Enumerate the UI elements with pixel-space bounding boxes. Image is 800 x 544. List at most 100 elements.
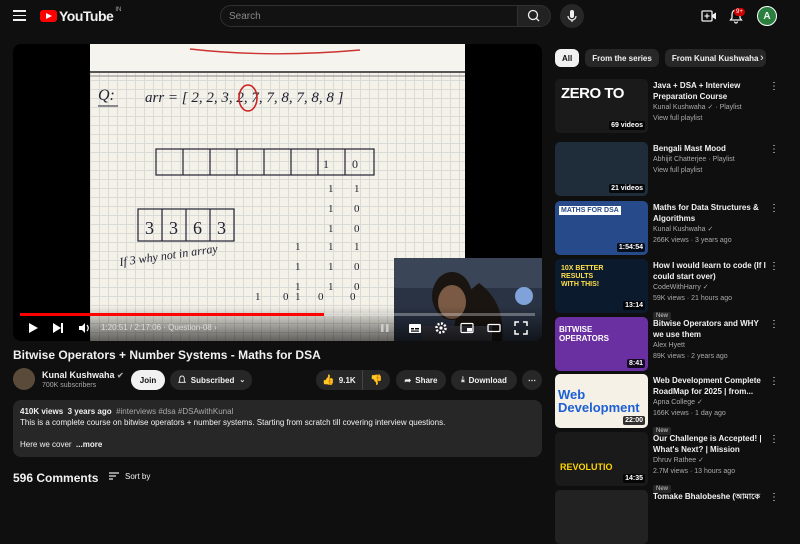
video-thumbnail[interactable]: REVOLUTIO 14:35 — [555, 432, 648, 486]
recommendation-channel[interactable]: Apna College ✓ — [653, 398, 766, 408]
recommendation-item[interactable]: REVOLUTIO 14:35 Our Challenge is Accepted!… — [555, 432, 795, 493]
comments-count: 596 Comments — [13, 471, 99, 485]
array-text: arr = [ 2, 2, 3, 2, 7, 7, 8, 7, 8, 8 ] — [145, 90, 344, 106]
chip-from-series[interactable]: From the series — [585, 49, 659, 67]
svg-text:1: 1 — [328, 281, 334, 293]
recommendation-channel[interactable]: CodeWithHarry ✓ — [653, 283, 766, 293]
recommendation-title[interactable]: Our Challenge is Accepted! | What's Next… — [653, 433, 766, 455]
next-icon[interactable] — [51, 321, 65, 335]
recommendation-title[interactable]: Web Development Complete RoadMap for 202… — [653, 375, 766, 397]
like-button[interactable]: 👍 9.1K — [316, 370, 362, 390]
recommendation-meta: 59K views · 21 hours ago — [653, 295, 732, 302]
description-line-1: This is a complete course on bitwise ope… — [20, 418, 446, 427]
more-vertical-icon[interactable]: ⋮ — [769, 144, 779, 155]
recommendation-info: How I would learn to code (If I could st… — [653, 260, 766, 322]
recommendation-item[interactable]: Tomake Bhalobeshe (আমাকে ⋮ — [555, 490, 795, 544]
recommendation-channel[interactable]: Alex Hyett — [653, 341, 766, 351]
recommendation-item[interactable]: BITWISE OPERATORS 8:41 Bitwise Operators a… — [555, 317, 795, 371]
recommendation-info: Java + DSA + Interview Preparation Cours… — [653, 80, 766, 124]
account-avatar[interactable]: A — [757, 6, 777, 26]
youtube-logo[interactable]: YouTube IN — [40, 7, 121, 24]
video-thumbnail[interactable]: MATHS FOR DSA 1:54:54 — [555, 201, 648, 255]
sort-by-button[interactable]: Sort by — [108, 471, 150, 481]
subscribed-button[interactable]: Subscribed ⌄ — [170, 370, 252, 390]
recommendation-title[interactable]: Bitwise Operators and WHY we use them — [653, 318, 766, 340]
theater-mode-icon[interactable] — [487, 321, 501, 335]
description-box[interactable]: 410K views 3 years ago #interviews #dsa … — [13, 400, 542, 457]
voice-search-button[interactable] — [560, 4, 584, 28]
recommendation-item[interactable]: MATHS FOR DSA 1:54:54 Maths for Data Struc… — [555, 201, 795, 255]
video-thumbnail[interactable]: 21 videos — [555, 142, 648, 196]
menu-icon[interactable] — [13, 10, 26, 21]
channel-name[interactable]: Kunal Kushwaha ✔ — [42, 370, 124, 380]
dislike-button[interactable]: 👎 — [362, 370, 390, 390]
fullscreen-icon[interactable] — [514, 321, 528, 335]
miniplayer-icon[interactable] — [460, 321, 474, 335]
video-thumbnail[interactable] — [555, 490, 648, 544]
svg-text:1: 1 — [255, 291, 261, 303]
progress-fill — [20, 313, 324, 316]
svg-text:1: 1 — [328, 261, 334, 273]
video-thumbnail[interactable]: 10X BETTER RESULTS WITH THIS! 13:14 — [555, 259, 648, 313]
recommendation-title[interactable]: Bengali Mast Mood — [653, 143, 766, 154]
download-icon: ⤓ — [461, 375, 465, 384]
duration-badge: 1:54:54 — [616, 243, 645, 252]
share-button[interactable]: ➦ Share — [396, 370, 446, 390]
recommendation-channel[interactable]: Kunal Kushwaha ✓ — [653, 225, 766, 235]
recommendation-meta: 2.7M views · 13 hours ago — [653, 468, 736, 475]
play-icon[interactable] — [26, 321, 40, 335]
recommendation-title[interactable]: Tomake Bhalobeshe (আমাকে — [653, 491, 766, 502]
more-vertical-icon[interactable]: ⋮ — [769, 81, 779, 92]
svg-text:1: 1 — [328, 223, 334, 235]
recommendation-title[interactable]: Java + DSA + Interview Preparation Cours… — [653, 80, 766, 102]
recommendation-item[interactable]: Web Development 22:00 Web Development Comp… — [555, 374, 795, 435]
settings-gear-icon[interactable] — [434, 321, 448, 335]
whiteboard-note: If 3 why not in array — [117, 241, 219, 269]
youtube-play-icon — [40, 10, 57, 22]
chip-all[interactable]: All — [555, 49, 580, 67]
more-vertical-icon[interactable]: ⋮ — [769, 376, 779, 387]
pause-autoplay-icon[interactable] — [379, 321, 391, 335]
recommendation-channel[interactable]: Abhijit Chatterjee · Playlist — [653, 155, 766, 165]
volume-icon[interactable] — [77, 321, 91, 335]
recommendation-item[interactable]: 10X BETTER RESULTS WITH THIS! 13:14 How I … — [555, 259, 795, 320]
recommendation-channel[interactable]: Kunal Kushwaha ✓ · Playlist — [653, 103, 766, 113]
thumbnail-text: 10X BETTER RESULTS WITH THIS! — [561, 265, 604, 288]
hashtags[interactable]: #interviews #dsa #DSAwithKunal — [116, 407, 233, 416]
more-vertical-icon[interactable]: ⋮ — [769, 319, 779, 330]
recommendation-item[interactable]: ZERO TO 69 videos Java + DSA + Interview P… — [555, 79, 795, 133]
recommendation-title[interactable]: Maths for Data Structures & Algorithms — [653, 202, 766, 224]
svg-text:1: 1 — [295, 291, 301, 303]
channel-avatar[interactable] — [13, 368, 35, 390]
video-player[interactable]: Q: arr = [ 2, 2, 3, 2, 7, 7, 8, 7, 8, 8 … — [13, 44, 542, 341]
video-thumbnail[interactable]: BITWISE OPERATORS 8:41 — [555, 317, 648, 371]
more-vertical-icon[interactable]: ⋮ — [769, 203, 779, 214]
recommendation-item[interactable]: 21 videos Bengali Mast Mood Abhijit Chatte… — [555, 142, 795, 196]
progress-bar[interactable] — [20, 313, 535, 316]
thumbnail-text: REVOLUTIO — [560, 462, 613, 472]
join-button[interactable]: Join — [131, 370, 165, 390]
recommendation-title[interactable]: How I would learn to code (If I could st… — [653, 260, 766, 282]
more-actions-button[interactable]: ⋯ — [522, 370, 542, 390]
show-more-link[interactable]: ...more — [76, 440, 102, 449]
search-input[interactable]: Search — [220, 5, 518, 27]
search-button[interactable] — [517, 5, 551, 27]
box-value-1: 3 — [145, 218, 154, 238]
thumbnail-text: Web Development — [558, 387, 640, 415]
chip-from-channel[interactable]: From Kunal Kushwaha — [664, 49, 766, 67]
thumbnail-text: MATHS FOR DSA — [559, 206, 621, 215]
more-vertical-icon[interactable]: ⋮ — [769, 492, 779, 503]
subtitles-icon[interactable] — [408, 321, 422, 335]
more-vertical-icon[interactable]: ⋮ — [769, 434, 779, 445]
video-thumbnail[interactable]: ZERO TO 69 videos — [555, 79, 648, 133]
chevron-right-icon[interactable]: › — [760, 52, 764, 64]
svg-text:0: 0 — [350, 291, 356, 303]
chevron-down-icon: ⌄ — [239, 377, 246, 384]
recommendation-channel[interactable]: Dhruv Rathee ✓ — [653, 456, 766, 466]
chapter-title[interactable]: Question-08 — [168, 323, 212, 332]
filter-chips: All From the series From Kunal Kushwaha — [555, 49, 766, 67]
more-vertical-icon[interactable]: ⋮ — [769, 261, 779, 272]
download-button[interactable]: ⤓ Download — [451, 370, 517, 390]
create-video-icon[interactable] — [700, 7, 718, 25]
video-thumbnail[interactable]: Web Development 22:00 — [555, 374, 648, 428]
